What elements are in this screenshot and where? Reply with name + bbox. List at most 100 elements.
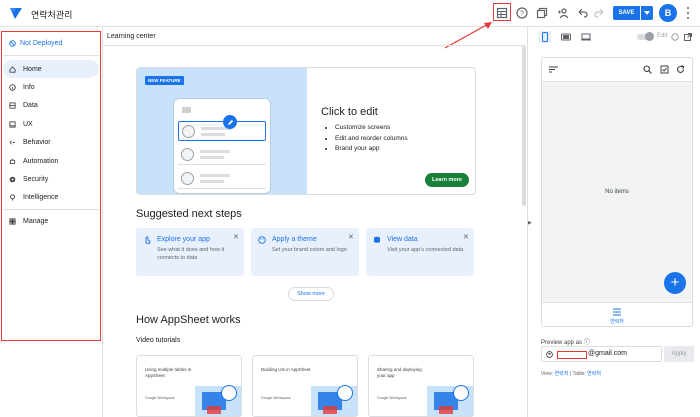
mock-row [178, 145, 266, 165]
close-icon[interactable]: ✕ [233, 233, 239, 241]
sidebar-item-security[interactable]: Security [3, 170, 99, 188]
help-icon[interactable] [669, 31, 681, 43]
close-icon[interactable]: ✕ [463, 233, 469, 241]
sidebar-item-label: Info [23, 84, 35, 92]
sidebar-item-label: Home [23, 65, 42, 73]
add-item-button[interactable]: + [664, 272, 686, 294]
close-icon[interactable]: ✕ [348, 233, 354, 241]
app-title: 연락처관리 [31, 10, 73, 20]
sidebar-item-automation[interactable]: Automation [3, 152, 99, 170]
sidebar-nav: Home Info Data UX Behavior Automation Se… [3, 60, 99, 207]
database-icon [374, 236, 380, 243]
video-card[interactable]: Sharing and deploying your app Google Wo… [368, 355, 474, 417]
learn-more-button[interactable]: Learn more [425, 173, 469, 187]
not-deployed-icon [9, 40, 16, 47]
menu-icon [182, 107, 191, 113]
home-icon [9, 65, 16, 73]
redo-icon[interactable] [593, 6, 607, 20]
show-more-button[interactable]: Show more [288, 287, 334, 301]
more-options-icon[interactable] [684, 6, 692, 20]
view-link[interactable]: 연락처 [555, 371, 569, 377]
card-description: Visit your app's connected data [387, 247, 464, 253]
feature-illustration: NEW FEATURE [137, 68, 307, 194]
video-card[interactable]: Using multiple tables in AppSheet Google… [136, 355, 242, 417]
sidebar-item-label: Behavior [23, 139, 51, 147]
feature-title: Click to edit [321, 106, 378, 118]
card-description: See what it does and how it connects to … [157, 247, 225, 261]
palette-icon [258, 236, 266, 244]
deploy-status[interactable]: Not Deployed [9, 40, 62, 47]
help-icon[interactable]: ? [515, 6, 529, 20]
video-card[interactable]: Building UIs in AppSheet Google Workspac… [252, 355, 358, 417]
edit-toggle[interactable] [637, 32, 654, 41]
sidebar-item-label: Intelligence [23, 194, 59, 202]
search-icon[interactable] [643, 65, 652, 74]
feature-card[interactable]: NEW FEATURE Click to edit Customize scre… [136, 67, 476, 195]
main-scrollbar[interactable] [522, 46, 526, 206]
card-title: View data [387, 236, 418, 243]
edit-toggle-label: Edit [657, 33, 668, 39]
video-brand: Google Workspace [377, 396, 407, 400]
empty-state-text: No items [605, 189, 629, 195]
automation-icon [9, 158, 16, 164]
suggestion-card-data[interactable]: View data Visit your app's connected dat… [366, 228, 474, 276]
card-description: Set your brand colors and logo [272, 247, 347, 253]
open-external-icon[interactable] [682, 31, 694, 43]
preview-bottom-nav: 연락처 [542, 302, 692, 326]
tablet-preview-icon[interactable] [560, 31, 572, 43]
desktop-preview-icon[interactable] [580, 31, 592, 43]
sidebar-item-label: Security [23, 176, 49, 184]
deploy-status-label: Not Deployed [20, 40, 63, 47]
app-preview[interactable]: No items + 연락처 [541, 57, 693, 327]
header-divider [103, 45, 525, 46]
video-tutorials-label: Video tutorials [136, 337, 181, 344]
sidebar-item-manage[interactable]: Manage [9, 218, 48, 225]
data-icon [9, 102, 16, 110]
new-feature-badge: NEW FEATURE [145, 76, 184, 85]
copy-icon[interactable] [535, 6, 549, 20]
sidebar-item-intelligence[interactable]: Intelligence [3, 189, 99, 207]
preview-app-bar [542, 58, 692, 82]
sort-menu-icon[interactable] [549, 66, 558, 73]
save-button[interactable]: SAVE [613, 6, 640, 20]
sidebar-item-info[interactable]: Info [3, 78, 99, 96]
annotation-redaction-box [557, 351, 587, 359]
sidebar-item-home[interactable]: Home [3, 60, 99, 79]
share-icon[interactable] [556, 6, 570, 20]
tab-contacts[interactable]: 연락처 [542, 318, 692, 325]
feature-bullet: Customize screens [335, 123, 408, 134]
video-title: Building UIs in AppSheet [261, 367, 311, 372]
suggestion-card-explore[interactable]: Explore your app See what it does and ho… [136, 228, 244, 276]
mobile-preview-icon[interactable] [539, 31, 551, 43]
refresh-icon[interactable] [676, 65, 685, 74]
video-title: Sharing and deploying your app [377, 367, 422, 378]
table-link[interactable]: 연락처 [587, 371, 601, 377]
video-brand: Google Workspace [261, 396, 291, 400]
mock-row-selected [178, 121, 266, 141]
card-title: Apply a theme [272, 236, 317, 243]
feature-bullet: Edit and reorder columns [335, 134, 408, 145]
info-icon [9, 84, 16, 91]
sidebar-item-ux[interactable]: UX [3, 115, 99, 133]
svg-text:?: ? [520, 11, 524, 18]
sidebar-item-label: UX [23, 120, 33, 128]
undo-icon[interactable] [575, 6, 589, 20]
suggestion-card-theme[interactable]: Apply a theme Set your brand colors and … [251, 228, 359, 276]
sidebar-item-behavior[interactable]: Behavior [3, 134, 99, 152]
avatar[interactable]: B [659, 4, 677, 22]
video-brand: Google Workspace [145, 396, 175, 400]
sidebar-item-label: Manage [23, 218, 49, 225]
apply-button[interactable]: Apply [664, 346, 694, 362]
save-dropdown-button[interactable] [641, 6, 653, 20]
card-title: Explore your app [157, 236, 210, 243]
panel-expand-icon[interactable]: ▶ [528, 220, 532, 226]
top-bar: 연락처관리 ? SAVE B [0, 0, 700, 27]
preview-as-label: Preview app as ⓘ [541, 340, 590, 346]
mock-row [178, 169, 266, 189]
page-title: Learning center [107, 33, 156, 40]
sidebar-item-data[interactable]: Data [3, 97, 99, 115]
preview-email-field[interactable]: @gmail.com [541, 346, 662, 362]
security-icon [9, 176, 16, 183]
appsheet-logo-icon [10, 8, 22, 19]
select-checkbox-icon[interactable] [660, 65, 669, 74]
